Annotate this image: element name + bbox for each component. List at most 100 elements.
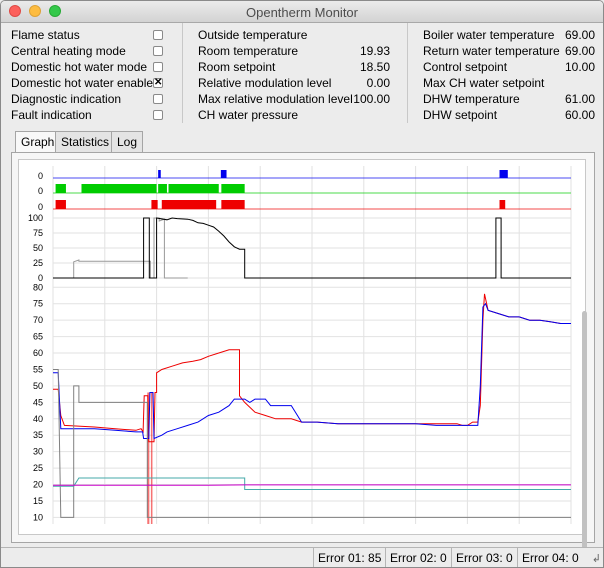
boiler-values-column: Boiler water temperature 69.00 Return wat… bbox=[423, 27, 595, 123]
dhw-enable-checkbox[interactable]: ✕ bbox=[153, 78, 163, 88]
flags-column: Flame status Central heating mode Domest… bbox=[11, 27, 167, 123]
temperature-tick-label: 15 bbox=[33, 496, 43, 506]
digital-pulse bbox=[158, 170, 161, 178]
value-label: Relative modulation level bbox=[198, 76, 332, 90]
value-readout: 0.00 bbox=[366, 76, 390, 90]
temperature-tick-label: 80 bbox=[33, 282, 43, 292]
vertical-scrollbar-thumb[interactable] bbox=[582, 311, 587, 567]
value-label: Outside temperature bbox=[198, 28, 308, 42]
temperature-tick-label: 65 bbox=[33, 332, 43, 342]
column-divider bbox=[407, 23, 408, 123]
temperature-tick-label: 10 bbox=[33, 512, 43, 522]
digital-pulse bbox=[221, 184, 245, 193]
value-readout: 60.00 bbox=[564, 108, 595, 122]
flag-row-flame: Flame status bbox=[11, 27, 167, 43]
value-readout: 10.00 bbox=[564, 60, 595, 74]
digital-pulse bbox=[499, 170, 508, 178]
modulation-tick-label: 100 bbox=[28, 213, 43, 223]
value-row-max-ch-setpoint: Max CH water setpoint bbox=[423, 75, 595, 91]
value-readout: 69.00 bbox=[564, 28, 595, 42]
digital-zero-label: 0 bbox=[38, 171, 43, 181]
digital-zero-label: 0 bbox=[38, 186, 43, 196]
status-panel: Flame status Central heating mode Domest… bbox=[1, 23, 603, 123]
error-label: Error 03: bbox=[456, 551, 503, 565]
diagnostic-checkbox[interactable] bbox=[153, 94, 163, 104]
title-bar[interactable]: Opentherm Monitor bbox=[1, 1, 603, 23]
digital-pulse bbox=[220, 170, 227, 178]
modulation-tick-label: 75 bbox=[33, 228, 43, 238]
value-readout: 19.93 bbox=[359, 44, 390, 58]
window-title: Opentherm Monitor bbox=[246, 5, 358, 20]
temperature-tick-label: 45 bbox=[33, 397, 43, 407]
temperature-tick-label: 70 bbox=[33, 315, 43, 325]
digital-pulse bbox=[151, 200, 158, 209]
error-01-counter: Error 01: 85 bbox=[313, 548, 384, 567]
tab-graph[interactable]: Graph bbox=[15, 131, 61, 153]
modulation-tick-label: 25 bbox=[33, 258, 43, 268]
flag-row-dhw-enable: Domestic hot water enable ✕ bbox=[11, 75, 167, 91]
error-label: Error 02: bbox=[390, 551, 437, 565]
value-readout: 18.50 bbox=[359, 60, 390, 74]
temperature-tick-label: 55 bbox=[33, 364, 43, 374]
room-values-column: Outside temperature Room temperature 19.9… bbox=[198, 27, 390, 123]
modulation-tick-label: 50 bbox=[33, 243, 43, 253]
temperature-tick-label: 60 bbox=[33, 348, 43, 358]
central-heating-checkbox[interactable] bbox=[153, 46, 163, 56]
value-label: DHW setpoint bbox=[423, 108, 498, 122]
resize-grip-icon[interactable]: ↲ bbox=[592, 552, 601, 565]
value-readout: 61.00 bbox=[564, 92, 595, 106]
digital-pulse bbox=[221, 200, 245, 209]
digital-zero-label: 0 bbox=[38, 202, 43, 212]
value-row-outside-temp: Outside temperature bbox=[198, 27, 390, 43]
value-row-return-temp: Return water temperature 69.00 bbox=[423, 43, 595, 59]
flag-row-ch-mode: Central heating mode bbox=[11, 43, 167, 59]
value-row-boiler-temp: Boiler water temperature 69.00 bbox=[423, 27, 595, 43]
app-window: Opentherm Monitor Flame status Central h… bbox=[0, 0, 604, 568]
dhw-mode-checkbox[interactable] bbox=[153, 62, 163, 72]
value-row-control-setpoint: Control setpoint 10.00 bbox=[423, 59, 595, 75]
value-label: Boiler water temperature bbox=[423, 28, 555, 42]
flag-label: Fault indication bbox=[11, 108, 92, 122]
value-row-max-modulation: Max relative modulation level 100.00 bbox=[198, 91, 390, 107]
error-value: 85 bbox=[368, 551, 382, 565]
value-label: Max CH water setpoint bbox=[423, 76, 545, 90]
digital-pulse bbox=[158, 184, 167, 193]
value-row-dhw-setpoint: DHW setpoint 60.00 bbox=[423, 107, 595, 123]
flag-label: Domestic hot water enable bbox=[11, 76, 154, 90]
digital-pulse bbox=[55, 184, 66, 193]
flag-row-diagnostic: Diagnostic indication bbox=[11, 91, 167, 107]
column-divider bbox=[182, 23, 183, 123]
value-row-ch-pressure: CH water pressure bbox=[198, 107, 390, 123]
value-label: Room temperature bbox=[198, 44, 299, 58]
fault-checkbox[interactable] bbox=[153, 110, 163, 120]
temperature-tick-label: 40 bbox=[33, 414, 43, 424]
value-label: Room setpoint bbox=[198, 60, 276, 74]
error-value: 0 bbox=[506, 551, 513, 565]
value-label: DHW temperature bbox=[423, 92, 520, 106]
temperature-spike bbox=[150, 392, 153, 524]
temperature-tick-label: 20 bbox=[33, 480, 43, 490]
error-value: 0 bbox=[440, 551, 447, 565]
value-row-dhw-temp: DHW temperature 61.00 bbox=[423, 91, 595, 107]
value-label: CH water pressure bbox=[198, 108, 299, 122]
flag-label: Domestic hot water mode bbox=[11, 60, 148, 74]
temperature-tick-label: 50 bbox=[33, 381, 43, 391]
error-04-counter: Error 04: 0 bbox=[517, 548, 582, 567]
graph-tab-pane: 0 0 0 0 25 50 75 100 10 15 20 25 30 35 40 45 50 55 60 65 70 7… bbox=[11, 152, 595, 567]
temperature-tick-label: 35 bbox=[33, 430, 43, 440]
error-02-counter: Error 02: 0 bbox=[385, 548, 450, 567]
tab-log[interactable]: Log bbox=[111, 131, 144, 152]
digital-pulse bbox=[81, 184, 157, 193]
flame-status-checkbox[interactable] bbox=[153, 30, 163, 40]
value-readout: 69.00 bbox=[564, 44, 595, 58]
flag-row-dhw-mode: Domestic hot water mode bbox=[11, 59, 167, 75]
value-readout: 100.00 bbox=[353, 92, 390, 106]
tab-statistics[interactable]: Statistics bbox=[55, 131, 116, 152]
temperature-tick-label: 25 bbox=[33, 463, 43, 473]
opentherm-graph: 0000255075100101520253035404550556065707… bbox=[28, 166, 572, 524]
flag-label: Diagnostic indication bbox=[11, 92, 122, 106]
temperature-tick-label: 30 bbox=[33, 447, 43, 457]
error-label: Error 04: bbox=[522, 551, 569, 565]
digital-pulse bbox=[168, 184, 219, 193]
error-03-counter: Error 03: 0 bbox=[451, 548, 516, 567]
